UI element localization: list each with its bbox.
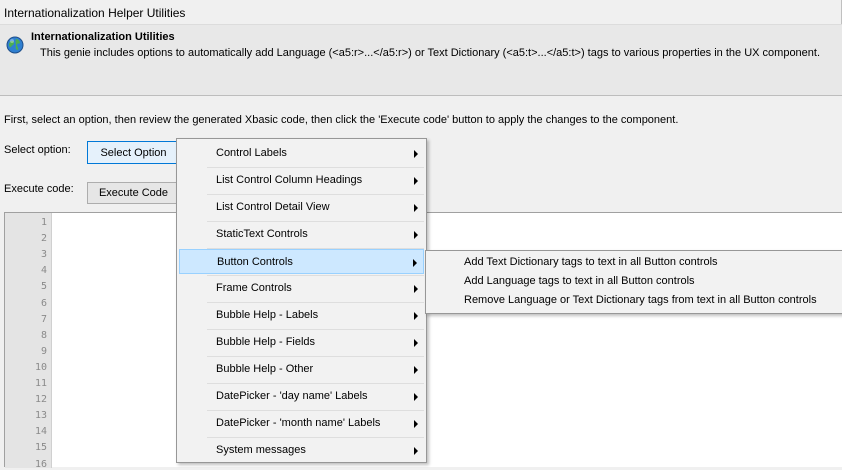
submenu-arrow-icon [414, 447, 418, 455]
option-menu: Control Labels List Control Column Headin… [176, 138, 427, 463]
submenu-item[interactable]: Add Text Dictionary tags to text in all … [464, 256, 718, 268]
menu-item-datepicker-day-name-labels[interactable]: DatePicker - 'day name' Labels [179, 384, 424, 409]
line-number: 2 [40, 233, 47, 245]
menu-item-label: List Control Detail View [216, 201, 330, 213]
submenu-arrow-icon [414, 339, 418, 347]
line-number: 15 [34, 442, 47, 454]
line-number: 7 [40, 313, 47, 325]
menu-item-system-messages[interactable]: System messages [179, 438, 424, 463]
line-number: 11 [34, 378, 47, 389]
menu-item-label: Bubble Help - Fields [216, 336, 316, 348]
menu-item-label: Frame Controls [216, 282, 292, 294]
submenu-arrow-icon [414, 150, 418, 158]
menu-item-list-control-detail-view[interactable]: List Control Detail View [179, 195, 424, 220]
select-option-label: Select option: [4, 144, 71, 156]
menu-item-bubble-help-other[interactable]: Bubble Help - Other [179, 357, 424, 382]
menu-item-label: Button Controls [217, 256, 293, 268]
submenu-arrow-icon [414, 393, 418, 401]
menu-item-label: DatePicker - 'day name' Labels [216, 390, 368, 402]
menu-item-label: DatePicker - 'month name' Labels [216, 417, 381, 429]
menu-item-bubble-help-fields[interactable]: Bubble Help - Fields [179, 330, 424, 355]
submenu-item[interactable]: Add Language tags to text in all Button … [464, 275, 695, 287]
line-number: 16 [34, 458, 47, 470]
line-number: 4 [40, 265, 47, 277]
menu-item-statictext-controls[interactable]: StaticText Controls [179, 222, 424, 247]
select-option-button[interactable]: Select Option [87, 141, 180, 164]
submenu-arrow-icon [414, 231, 418, 239]
line-number: 9 [40, 345, 47, 357]
submenu-arrow-icon [413, 259, 417, 267]
instructions-text: First, select an option, then review the… [4, 114, 679, 126]
submenu-arrow-icon [414, 312, 418, 320]
submenu-arrow-icon [414, 204, 418, 212]
globe-icon [6, 36, 24, 57]
button-controls-submenu: Add Text Dictionary tags to text in all … [425, 250, 842, 314]
banner-description: This genie includes options to automatic… [40, 47, 821, 59]
line-number: 5 [40, 281, 47, 293]
submenu-arrow-icon [414, 420, 418, 428]
execute-code-button[interactable]: Execute Code [87, 182, 180, 204]
line-number: 1 [40, 217, 47, 228]
line-number: 6 [40, 297, 47, 309]
menu-item-label: Bubble Help - Labels [216, 309, 319, 321]
line-number: 8 [40, 329, 47, 341]
submenu-item[interactable]: Remove Language or Text Dictionary tags … [464, 294, 817, 306]
menu-item-label: Bubble Help - Other [216, 363, 314, 375]
submenu-arrow-icon [414, 177, 418, 185]
line-number: 13 [34, 410, 47, 422]
window-title: Internationalization Helper Utilities [4, 6, 186, 20]
menu-item-bubble-help-labels[interactable]: Bubble Help - Labels [179, 303, 424, 328]
menu-item-label: StaticText Controls [216, 228, 308, 240]
line-number-gutter: 1 2 3 4 5 6 7 8 9 10 11 12 13 14 15 16 [5, 213, 52, 470]
line-number: 10 [34, 361, 47, 373]
submenu-arrow-icon [414, 366, 418, 374]
menu-item-label: Control Labels [216, 147, 287, 159]
line-number: 12 [34, 394, 47, 406]
menu-item-datepicker-month-name-labels[interactable]: DatePicker - 'month name' Labels [179, 411, 424, 436]
menu-item-frame-controls[interactable]: Frame Controls [179, 276, 424, 301]
execute-code-label: Execute code: [4, 183, 74, 195]
title-bar: Internationalization Helper Utilities [0, 0, 842, 25]
menu-item-label: List Control Column Headings [216, 174, 363, 186]
menu-item-label: System messages [216, 444, 306, 456]
line-number: 3 [40, 249, 47, 261]
banner-heading: Internationalization Utilities [31, 31, 175, 43]
line-number: 14 [34, 426, 47, 438]
submenu-arrow-icon [414, 285, 418, 293]
menu-item-list-control-column-headings[interactable]: List Control Column Headings [179, 168, 424, 193]
header-banner: Internationalization Utilities This geni… [0, 25, 842, 96]
menu-item-control-labels[interactable]: Control Labels [179, 141, 424, 166]
menu-item-button-controls[interactable]: Button Controls [179, 249, 424, 274]
